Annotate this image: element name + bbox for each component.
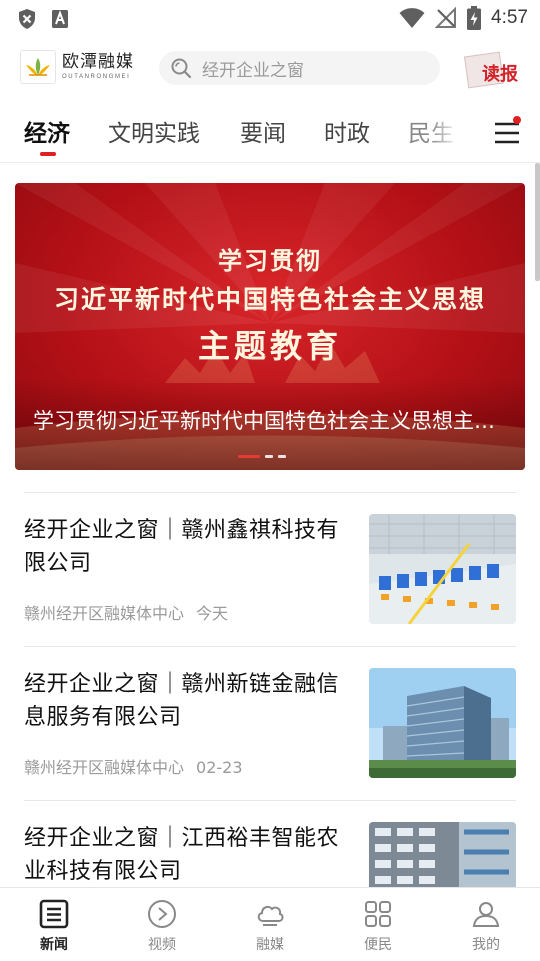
news-title: 经开企业之窗｜江西裕丰智能农业科技有限公司 xyxy=(24,826,340,884)
battery-charging-icon xyxy=(467,6,482,30)
search-placeholder: 经开企业之窗 xyxy=(202,60,304,81)
cloud-icon xyxy=(257,905,284,926)
clock-time: 4:57 xyxy=(491,7,528,28)
banner-caption: 学习贯彻习近平新时代中国特色社会主义思想主题教育 xyxy=(33,409,507,433)
grid-icon xyxy=(365,901,391,927)
status-bar: 4:57 xyxy=(0,0,540,38)
tab-civilization-practice[interactable]: 文明实践 xyxy=(108,114,200,148)
notification-dot xyxy=(513,116,521,124)
news-title: 经开企业之窗｜赣州鑫祺科技有限公司 xyxy=(24,518,340,576)
nav-video-label: 视频 xyxy=(148,937,176,953)
bottom-navigation: 新闻 视频 融媒 便民 我的 xyxy=(0,887,540,961)
list-divider xyxy=(24,800,516,801)
carousel-indicators xyxy=(238,455,286,458)
news-title: 经开企业之窗｜赣州新链金融信息服务有限公司 xyxy=(24,672,340,730)
banner-headline-1: 学习贯彻 xyxy=(218,247,322,275)
news-thumbnail xyxy=(369,822,516,888)
list-divider xyxy=(24,492,516,493)
logo-subtitle: OUTANRONGMEI xyxy=(62,74,131,80)
video-play-icon xyxy=(148,900,176,928)
read-newspaper-label: 读报 xyxy=(482,64,518,85)
user-icon xyxy=(472,902,500,927)
search-icon xyxy=(171,58,192,79)
channel-menu-button[interactable] xyxy=(493,116,521,146)
news-item[interactable]: 经开企业之窗｜赣州鑫祺科技有限公司 赣州经开区融媒体中心 今天 xyxy=(24,514,516,644)
read-newspaper-button[interactable]: 读报 xyxy=(463,48,522,89)
news-icon xyxy=(39,899,69,929)
list-divider xyxy=(24,646,516,647)
news-meta: 赣州经开区融媒体中心 02-23 xyxy=(24,754,243,778)
carousel-dot[interactable] xyxy=(278,455,286,458)
tab-politics[interactable]: 时政 xyxy=(324,114,370,148)
app-header: 欧潭融媒 OUTANRONGMEI 经开企业之窗 读报 xyxy=(0,46,540,90)
search-bar[interactable]: 经开企业之窗 xyxy=(159,51,440,85)
nav-video[interactable]: 视频 xyxy=(122,898,202,954)
nav-news-label: 新闻 xyxy=(40,937,68,953)
nav-media[interactable]: 融媒 xyxy=(230,898,310,954)
news-date: 02-23 xyxy=(196,758,243,777)
carousel-dot[interactable] xyxy=(238,455,260,458)
active-tab-indicator xyxy=(40,152,56,156)
wifi-icon xyxy=(399,8,425,28)
carousel-banner[interactable]: 学习贯彻 习近平新时代中国特色社会主义思想 主题教育 学习贯彻习近平新时代中国特… xyxy=(15,183,525,470)
nav-services-label: 便民 xyxy=(364,937,392,953)
app-logo[interactable]: 欧潭融媒 OUTANRONGMEI xyxy=(20,50,134,84)
carousel-dot[interactable] xyxy=(265,455,273,458)
category-tabs: 经济 文明实践 要闻 时政 民生 xyxy=(0,108,540,163)
news-item[interactable]: 经开企业之窗｜赣州新链金融信息服务有限公司 赣州经开区融媒体中心 02-23 xyxy=(24,668,516,798)
no-signal-icon xyxy=(435,7,457,28)
news-thumbnail xyxy=(369,668,516,778)
news-item[interactable]: 经开企业之窗｜江西裕丰智能农业科技有限公司 xyxy=(24,822,516,888)
logo-mark-icon xyxy=(20,50,56,84)
tab-headlines[interactable]: 要闻 xyxy=(240,114,286,148)
font-a-icon xyxy=(52,10,68,28)
news-source: 赣州经开区融媒体中心 xyxy=(24,758,185,777)
news-meta: 赣州经开区融媒体中心 今天 xyxy=(24,600,228,624)
nav-services[interactable]: 便民 xyxy=(338,898,418,954)
nav-news[interactable]: 新闻 xyxy=(14,898,94,954)
nav-media-label: 融媒 xyxy=(256,937,284,953)
banner-headline-3: 主题教育 xyxy=(197,327,342,365)
news-thumbnail xyxy=(369,514,516,624)
banner-headline-2: 习近平新时代中国特色社会主义思想 xyxy=(53,285,486,314)
scrollbar[interactable] xyxy=(535,163,540,281)
news-date: 今天 xyxy=(196,604,229,623)
nav-profile[interactable]: 我的 xyxy=(446,898,526,954)
news-source: 赣州经开区融媒体中心 xyxy=(24,604,185,623)
nav-profile-label: 我的 xyxy=(472,937,500,953)
logo-name: 欧潭融媒 xyxy=(62,52,134,72)
tab-economy[interactable]: 经济 xyxy=(24,114,70,148)
shield-x-icon xyxy=(19,9,35,29)
